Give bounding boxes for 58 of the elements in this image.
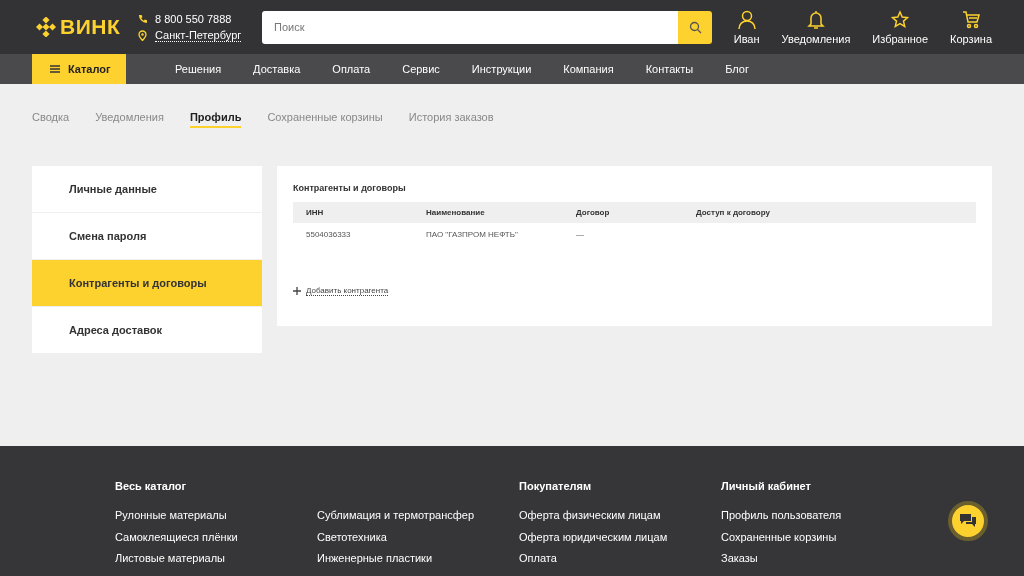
footer-link[interactable]: Листовые материалы — [115, 552, 317, 574]
search-field[interactable]: Поиск — [262, 10, 678, 44]
footer-link[interactable]: Сохраненные корзины — [721, 530, 923, 552]
footer-link[interactable]: Светотехника — [317, 530, 519, 552]
phone-icon — [138, 14, 147, 23]
search-button[interactable] — [678, 10, 712, 44]
bell-button[interactable]: Уведомления — [781, 9, 851, 45]
column-header: Наименование — [413, 202, 563, 223]
add-counterparty-link[interactable]: Добавить контрагента — [293, 286, 976, 296]
star-icon — [891, 9, 910, 30]
nav-link[interactable]: Контакты — [629, 63, 710, 75]
plus-icon — [293, 287, 301, 295]
column-header: ИНН — [293, 202, 413, 223]
nav-link[interactable]: Оплата — [316, 63, 387, 75]
table-cell-text: — — [575, 228, 585, 241]
footer-link[interactable]: Сублимация и термотрансфер — [317, 509, 519, 531]
footer-heading: Весь каталог — [115, 480, 188, 494]
table-cell-text: 5504036333 — [305, 228, 352, 241]
user-button[interactable]: Иван — [733, 9, 760, 45]
location-pin-icon — [138, 29, 147, 41]
sidebar-item[interactable]: Адреса доставок — [32, 307, 262, 353]
column-header: Договор — [563, 202, 683, 223]
star-button[interactable]: Избранное — [872, 9, 929, 45]
footer-heading: Покупателям — [519, 480, 593, 494]
footer-link[interactable]: Рулонные материалы — [115, 509, 317, 531]
chat-icon — [959, 513, 977, 529]
nav-link[interactable]: Инструкции — [455, 63, 548, 75]
nav-link[interactable]: Сервис — [386, 63, 456, 75]
footer-link[interactable]: Профиль пользователя — [721, 509, 923, 531]
table-cell-text: ПАО "ГАЗПРОМ НЕФТЬ" — [425, 228, 519, 241]
sidebar-item[interactable]: Контрагенты и договоры — [32, 260, 262, 306]
search-icon — [688, 20, 702, 34]
nav-link[interactable]: Решения — [159, 63, 238, 75]
cart-icon — [962, 9, 981, 30]
menu-icon — [50, 65, 60, 73]
footer-link[interactable]: Инженерные пластики — [317, 552, 519, 574]
footer-link[interactable]: Оплата — [519, 552, 721, 574]
bell-icon — [806, 9, 825, 30]
footer-link[interactable]: Оферта юридическим лицам — [519, 530, 721, 552]
column-header: Доступ к договору — [683, 202, 976, 223]
user-icon — [737, 9, 756, 30]
footer-link[interactable]: Заказы — [721, 552, 923, 574]
footer-link[interactable]: Самоклеящиеся плёнки — [115, 530, 317, 552]
sidebar-item[interactable]: Личные данные — [32, 166, 262, 212]
phone-number: 8 800 550 7888 — [155, 12, 232, 25]
cart-button[interactable]: Корзина — [950, 9, 992, 45]
sidebar-item[interactable]: Смена пароля — [32, 213, 262, 259]
logo-icon — [36, 17, 56, 37]
city-link[interactable]: Санкт-Петербург — [155, 28, 242, 42]
panel-title: Контрагенты и договоры — [293, 183, 407, 193]
logo-text: ВИНК — [60, 15, 121, 39]
nav-link[interactable]: Доставка — [237, 63, 317, 75]
footer-heading: Личный кабинет — [721, 480, 812, 494]
nav-link[interactable]: Блог — [709, 63, 765, 75]
profile-tab[interactable]: Профиль — [189, 110, 242, 128]
catalog-button[interactable]: Каталог — [32, 54, 126, 84]
nav-link[interactable]: Компания — [547, 63, 630, 75]
footer-link[interactable]: Оферта физическим лицам — [519, 509, 721, 531]
